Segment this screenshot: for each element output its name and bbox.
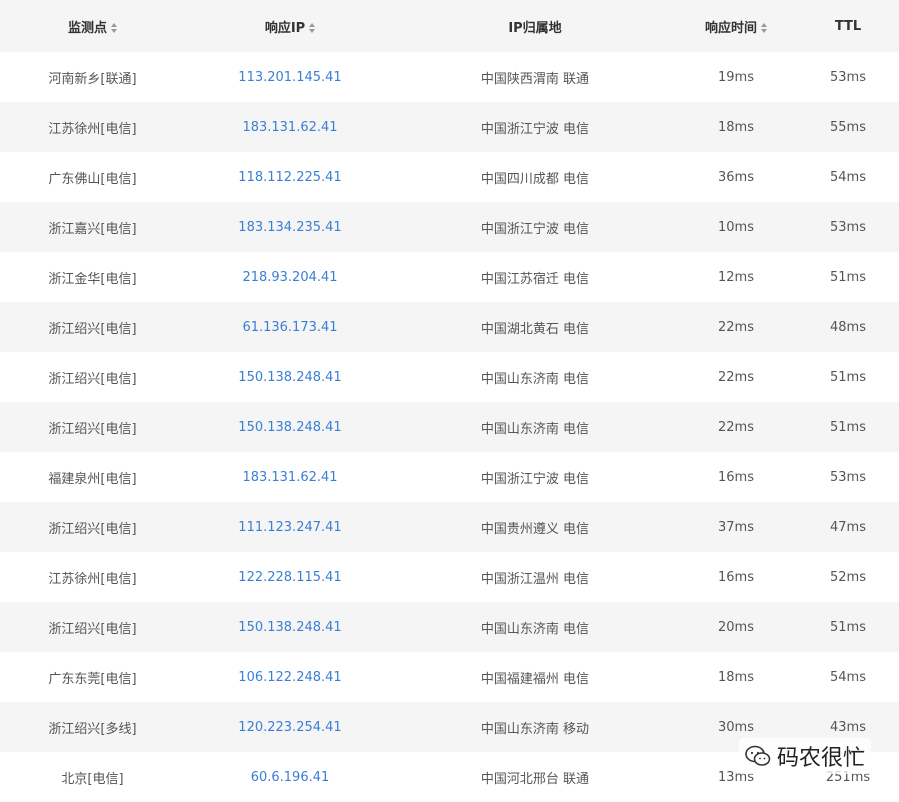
table-row: 广东东莞[电信] 106.122.248.41 中国福建福州 电信 18ms 54ms xyxy=(0,652,899,702)
watermark: 码农很忙 xyxy=(738,738,871,774)
cell-location: 中国山东济南 电信 xyxy=(480,371,590,387)
cell-ip[interactable]: 122.228.115.41 xyxy=(185,552,395,602)
cell-time: 16ms xyxy=(718,469,754,485)
cell-ttl: 52ms xyxy=(830,569,866,585)
table-row: 浙江绍兴[电信] 150.138.248.41 中国山东济南 电信 20ms 51ms xyxy=(0,602,899,652)
cell-time: 22ms xyxy=(718,419,754,435)
cell-time: 18ms xyxy=(718,669,754,685)
cell-ip[interactable]: 118.112.225.41 xyxy=(185,152,395,202)
cell-node: 江苏徐州[电信] xyxy=(48,121,137,137)
cell-time: 18ms xyxy=(718,119,754,135)
table-row: 江苏徐州[电信] 183.131.62.41 中国浙江宁波 电信 18ms 55ms xyxy=(0,102,899,152)
cell-location: 中国湖北黄石 电信 xyxy=(480,321,590,337)
cell-ip[interactable]: 120.223.254.41 xyxy=(185,702,395,752)
cell-node: 福建泉州[电信] xyxy=(48,471,137,487)
table-row: 江苏徐州[电信] 122.228.115.41 中国浙江温州 电信 16ms 52ms xyxy=(0,552,899,602)
cell-node: 浙江绍兴[多线] xyxy=(48,721,137,737)
cell-time: 37ms xyxy=(718,519,754,535)
cell-ttl: 51ms xyxy=(830,619,866,635)
table-header: 监测点 响应IP IP归属地 响应时间 TTL xyxy=(0,0,899,52)
sort-icon[interactable] xyxy=(111,23,117,33)
cell-node: 浙江绍兴[电信] xyxy=(48,371,137,387)
cell-location: 中国福建福州 电信 xyxy=(480,671,590,687)
cell-location: 中国浙江温州 电信 xyxy=(480,571,590,587)
table-body: 河南新乡[联通] 113.201.145.41 中国陕西渭南 联通 19ms 53ms … xyxy=(0,52,899,802)
cell-ip[interactable]: 111.123.247.41 xyxy=(185,502,395,552)
cell-location: 中国河北邢台 联通 xyxy=(480,771,590,787)
cell-ip[interactable]: 61.136.173.41 xyxy=(185,302,395,352)
cell-location: 中国陕西渭南 联通 xyxy=(480,71,590,87)
table-row: 浙江绍兴[电信] 111.123.247.41 中国贵州遵义 电信 37ms 47ms xyxy=(0,502,899,552)
cell-ttl: 54ms xyxy=(830,169,866,185)
cell-time: 19ms xyxy=(718,69,754,85)
cell-node: 浙江绍兴[电信] xyxy=(48,521,137,537)
cell-node: 浙江绍兴[电信] xyxy=(48,421,137,437)
cell-location: 中国浙江宁波 电信 xyxy=(480,471,590,487)
cell-ttl: 53ms xyxy=(830,69,866,85)
watermark-text: 码农很忙 xyxy=(776,746,865,771)
cell-location: 中国浙江宁波 电信 xyxy=(480,121,590,137)
cell-ttl: 51ms xyxy=(830,369,866,385)
cell-node: 浙江绍兴[电信] xyxy=(48,321,137,337)
cell-ip[interactable]: 183.131.62.41 xyxy=(185,452,395,502)
cell-node: 广东东莞[电信] xyxy=(48,671,137,687)
cell-ip[interactable]: 113.201.145.41 xyxy=(185,52,395,102)
cell-ttl: 55ms xyxy=(830,119,866,135)
header-row: 监测点 响应IP IP归属地 响应时间 TTL xyxy=(0,0,899,52)
col-header-node[interactable]: 监测点 xyxy=(0,0,185,52)
table-row: 福建泉州[电信] 183.131.62.41 中国浙江宁波 电信 16ms 53ms xyxy=(0,452,899,502)
col-header-ip[interactable]: 响应IP xyxy=(185,0,395,52)
cell-time: 36ms xyxy=(718,169,754,185)
ping-results-table: 监测点 响应IP IP归属地 响应时间 TTL 河南新乡[联通] 113.201.… xyxy=(0,0,899,802)
col-header-ttl: TTL xyxy=(834,18,862,34)
cell-location: 中国浙江宁波 电信 xyxy=(480,221,590,237)
cell-location: 中国山东济南 电信 xyxy=(480,621,590,637)
cell-ttl: 53ms xyxy=(830,219,866,235)
cell-location: 中国贵州遵义 电信 xyxy=(480,521,590,537)
cell-ttl: 53ms xyxy=(830,469,866,485)
cell-ttl: 47ms xyxy=(830,519,866,535)
table-row: 浙江金华[电信] 218.93.204.41 中国江苏宿迁 电信 12ms 51ms xyxy=(0,252,899,302)
cell-location: 中国山东济南 移动 xyxy=(480,721,590,737)
cell-ip[interactable]: 218.93.204.41 xyxy=(185,252,395,302)
sort-icon[interactable] xyxy=(309,23,316,33)
sort-icon[interactable] xyxy=(761,23,767,33)
cell-time: 22ms xyxy=(718,319,754,335)
table-row: 浙江绍兴[电信] 61.136.173.41 中国湖北黄石 电信 22ms 48ms xyxy=(0,302,899,352)
col-header-location: IP归属地 xyxy=(508,20,562,36)
cell-node: 浙江绍兴[电信] xyxy=(48,621,137,637)
cell-time: 20ms xyxy=(718,619,754,635)
table-row: 广东佛山[电信] 118.112.225.41 中国四川成都 电信 36ms 54ms xyxy=(0,152,899,202)
table-row: 浙江绍兴[电信] 150.138.248.41 中国山东济南 电信 22ms 51ms xyxy=(0,402,899,452)
cell-node: 河南新乡[联通] xyxy=(48,71,137,87)
cell-time: 12ms xyxy=(718,269,754,285)
cell-ttl: 51ms xyxy=(830,269,866,285)
table-row: 河南新乡[联通] 113.201.145.41 中国陕西渭南 联通 19ms 53ms xyxy=(0,52,899,102)
cell-ip[interactable]: 183.134.235.41 xyxy=(185,202,395,252)
cell-location: 中国山东济南 电信 xyxy=(480,421,590,437)
cell-time: 16ms xyxy=(718,569,754,585)
cell-time: 10ms xyxy=(718,219,754,235)
wechat-icon xyxy=(745,745,771,766)
cell-node: 北京[电信] xyxy=(61,771,124,787)
cell-ip[interactable]: 60.6.196.41 xyxy=(185,752,395,802)
cell-node: 广东佛山[电信] xyxy=(48,171,137,187)
cell-ip[interactable]: 106.122.248.41 xyxy=(185,652,395,702)
table-row: 浙江绍兴[电信] 150.138.248.41 中国山东济南 电信 22ms 51ms xyxy=(0,352,899,402)
cell-ip[interactable]: 150.138.248.41 xyxy=(185,602,395,652)
cell-location: 中国江苏宿迁 电信 xyxy=(480,271,590,287)
table-row: 浙江嘉兴[电信] 183.134.235.41 中国浙江宁波 电信 10ms 53ms xyxy=(0,202,899,252)
cell-node: 浙江嘉兴[电信] xyxy=(48,221,137,237)
cell-node: 江苏徐州[电信] xyxy=(48,571,137,587)
cell-ip[interactable]: 150.138.248.41 xyxy=(185,352,395,402)
cell-node: 浙江金华[电信] xyxy=(48,271,137,287)
col-header-response-time[interactable]: 响应时间 xyxy=(675,0,797,52)
cell-ttl: 51ms xyxy=(830,419,866,435)
cell-ttl: 48ms xyxy=(830,319,866,335)
cell-ip[interactable]: 150.138.248.41 xyxy=(185,402,395,452)
cell-ttl: 54ms xyxy=(830,669,866,685)
cell-location: 中国四川成都 电信 xyxy=(480,171,590,187)
cell-ip[interactable]: 183.131.62.41 xyxy=(185,102,395,152)
cell-time: 22ms xyxy=(718,369,754,385)
